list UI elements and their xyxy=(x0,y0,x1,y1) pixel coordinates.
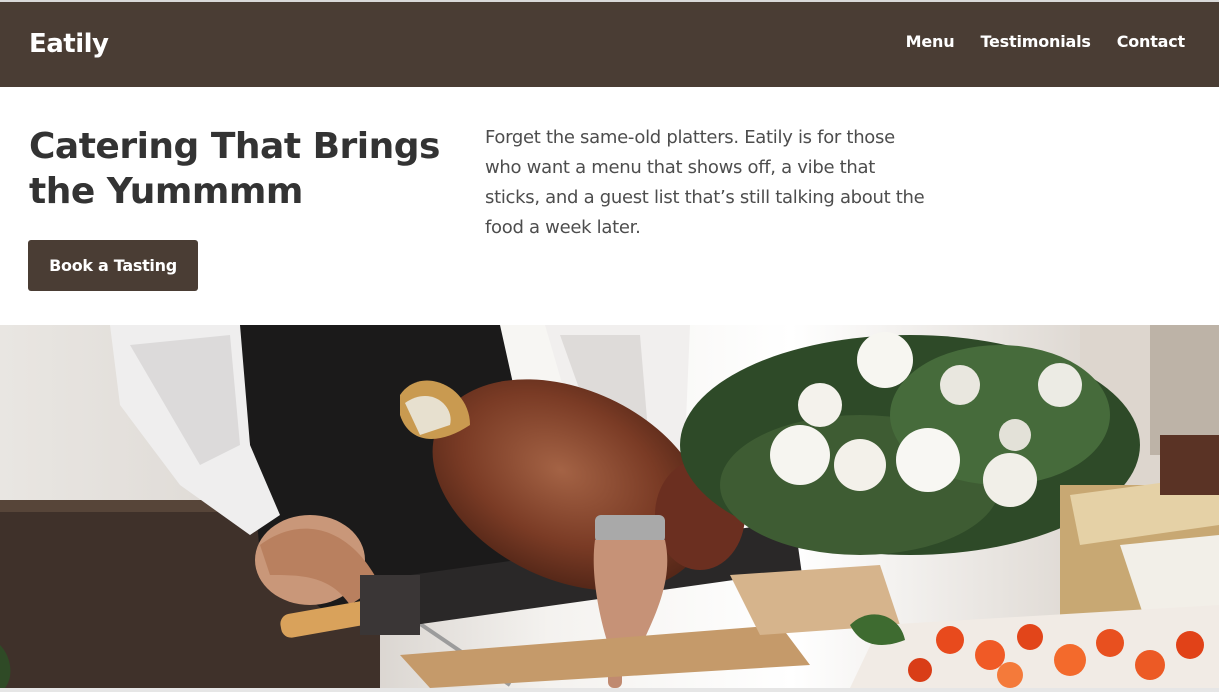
hero-title: Catering That Brings the Yummmm xyxy=(29,126,440,212)
brand-logo[interactable]: Eatily xyxy=(29,29,109,59)
nav-link-contact[interactable]: Contact xyxy=(1117,32,1186,51)
book-tasting-button[interactable]: Book a Tasting xyxy=(28,240,198,291)
main-nav: Menu Testimonials Contact xyxy=(906,32,1186,51)
hero-photo xyxy=(0,325,1219,688)
hero-section: Catering That Brings the Yummmm Book a T… xyxy=(0,87,1219,325)
nav-link-menu[interactable]: Menu xyxy=(906,32,955,51)
bottom-border xyxy=(0,688,1219,692)
hero-description: Forget the same-old platters. Eatily is … xyxy=(485,127,925,238)
site-header: Eatily Menu Testimonials Contact xyxy=(0,2,1219,87)
page: Eatily Menu Testimonials Contact Caterin… xyxy=(0,0,1219,692)
nav-link-testimonials[interactable]: Testimonials xyxy=(980,32,1090,51)
